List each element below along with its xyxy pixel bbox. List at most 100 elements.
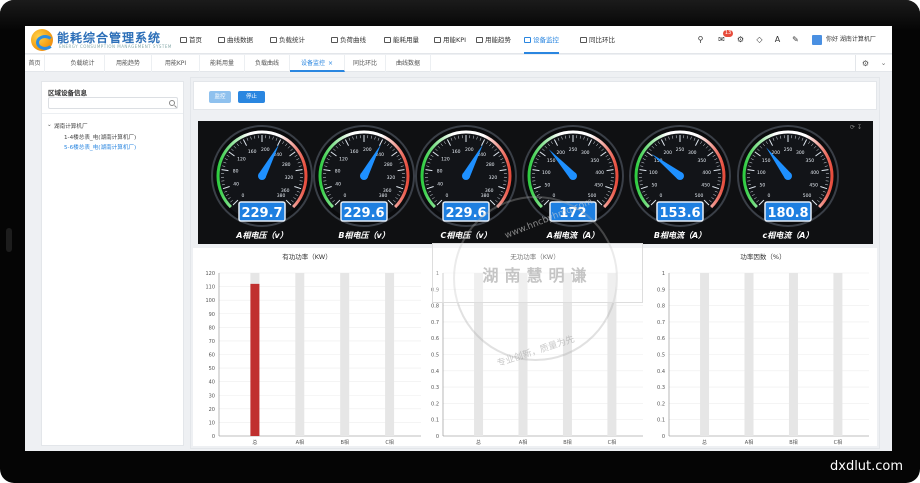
gauge-4: 050100150200250300350400450500153.6B相电流（… (629, 125, 731, 240)
nav-item-6[interactable]: 用能趋势 (476, 26, 511, 54)
tab-label: 同比环比 (352, 60, 377, 67)
bar-chart-icon (384, 37, 391, 43)
tab-5[interactable]: 负载曲线 (245, 55, 290, 72)
nav-item-2[interactable]: 负载统计 (270, 26, 305, 54)
user-name[interactable]: 你好 湖南计算机厂 (826, 26, 876, 54)
close-icon[interactable]: × (328, 60, 333, 67)
device-side-button (6, 228, 12, 252)
home-icon (180, 37, 187, 43)
nav-item-7[interactable]: 设备监控 (524, 26, 559, 54)
gauge-tick-label: 200 (465, 147, 474, 153)
tab-4[interactable]: 能耗用量 (200, 55, 245, 72)
gauge-5: 050100150200250300350400450500180.8c相电流（… (737, 125, 839, 240)
y-tick-label: 60 (209, 353, 215, 359)
gauge-tick-label: 150 (762, 158, 771, 164)
user-group-icon[interactable]: ⚙ (736, 35, 745, 44)
y-tick-label: 0.9 (657, 287, 665, 293)
search-icon[interactable]: ⚲ (696, 35, 705, 44)
gauge-tick-label: 450 (701, 182, 710, 188)
pie-chart-icon (270, 37, 277, 43)
chart-title-3: 功率因数（%） (740, 253, 786, 261)
tree-root[interactable]: 湖南计算机厂 (54, 122, 88, 130)
control-bar: 监控 停止 (193, 81, 877, 110)
gauge-tick-label: 80 (233, 168, 239, 174)
tab-label: 负载统计 (70, 60, 95, 67)
gear-icon[interactable]: ⚙ (855, 55, 875, 72)
gauge-tick-label: 120 (237, 157, 246, 163)
nav-item-4[interactable]: 能耗用量 (384, 26, 419, 54)
nav-item-label: 能耗用量 (393, 36, 419, 44)
stop-button[interactable]: 停止 (238, 91, 265, 103)
nav-item-label: 首页 (189, 36, 202, 44)
font-icon[interactable]: A (773, 35, 782, 44)
tab-3[interactable]: 用能KPI (152, 55, 200, 72)
tree-item-1[interactable]: 1-4楼总表_电(湖南计算机厂) (64, 133, 136, 141)
gauge-tick-label: 360 (485, 188, 494, 194)
gauge-needle-hub (462, 172, 470, 180)
monitor-button[interactable]: 监控 (209, 91, 231, 103)
bar (250, 283, 260, 436)
gauge-tick-label: 120 (441, 157, 450, 163)
tree-toggle-icon[interactable]: ⌄ (47, 122, 52, 128)
tab-bar: 首页 负载统计 用能趋势 用能KPI 能耗用量 负载曲线 设备监控 × 同比环比 曲线数据 ⚙ ⌄ (25, 55, 892, 72)
gauge-tick-label: 280 (384, 162, 393, 168)
tab-2[interactable]: 用能趋势 (105, 55, 152, 72)
site-url: dxdlut.com (830, 459, 904, 474)
search-icon[interactable] (169, 100, 175, 106)
x-tick-label: C相 (834, 439, 843, 446)
tab-8[interactable]: 曲线数据 (386, 55, 431, 72)
gauge-tick-label: 40 (335, 182, 341, 188)
notification-badge: 13 (723, 30, 733, 37)
y-tick-label: 0 (436, 434, 439, 440)
avatar[interactable] (812, 35, 822, 45)
chart-toolbox[interactable]: ⟳ ↧ (850, 124, 862, 131)
gauge-label: A相电压（v） (235, 230, 287, 240)
tab-1[interactable]: 负载统计 (61, 55, 105, 72)
x-tick-label: C相 (608, 439, 617, 446)
y-tick-label: 90 (209, 312, 215, 318)
diamond-icon[interactable]: ◇ (755, 35, 764, 44)
y-tick-label: 0.5 (431, 353, 439, 359)
bar-background (385, 273, 395, 436)
line-chart-icon (580, 37, 587, 43)
gauge-tick-label: 0 (659, 193, 662, 199)
tree-item-2[interactable]: 5-6楼总表_电(湖南计算机厂) (64, 143, 136, 151)
gauge-tick-label: 100 (542, 170, 551, 176)
nav-item-3[interactable]: 负荷曲线 (331, 26, 366, 54)
bar-background (295, 273, 305, 436)
gauge-tick-label: 320 (285, 175, 294, 181)
nav-item-label: 用能KPI (443, 36, 467, 44)
tab-7[interactable]: 同比环比 (345, 55, 386, 72)
gauge-tick-label: 40 (437, 182, 443, 188)
gauge-tick-label: 380 (481, 193, 490, 199)
gauge-needle-hub (258, 172, 266, 180)
search-input[interactable] (48, 97, 178, 109)
y-tick-label: 0.3 (657, 385, 665, 391)
nav-item-8[interactable]: 同比环比 (580, 26, 615, 54)
tab-0[interactable]: 首页 (25, 55, 45, 72)
y-tick-label: 0.2 (657, 401, 665, 407)
gauge-tick-label: 150 (547, 158, 556, 164)
gauge-tick-label: 0 (445, 193, 448, 199)
nav-item-label: 曲线数据 (227, 36, 253, 44)
gauge-0: 04080120160 200240280320360380229.7A相电压（v… (211, 125, 313, 240)
edit-icon[interactable]: ✎ (791, 35, 800, 44)
y-tick-label: 0.3 (431, 385, 439, 391)
y-tick-label: 110 (205, 285, 215, 291)
gauge-tick-label: 320 (489, 175, 498, 181)
nav-item-5[interactable]: 用能KPI (434, 26, 466, 54)
gauge-tick-label: 200 (261, 147, 270, 153)
gauge-value: 229.6 (343, 206, 384, 221)
nav-item-0[interactable]: 首页 (180, 26, 202, 54)
sidebar: 区域设备信息 ⌄ 湖南计算机厂 1-4楼总表_电(湖南计算机厂) 5-6楼总表_… (41, 81, 184, 446)
gauge-tick-label: 300 (796, 150, 805, 156)
nav-item-1[interactable]: 曲线数据 (218, 26, 253, 54)
gauge-label: B相电压（v） (338, 230, 389, 240)
x-tick-label: B相 (789, 439, 797, 446)
chevron-down-icon[interactable]: ⌄ (875, 55, 892, 72)
bar-background (788, 273, 798, 436)
gauge-tick-label: 450 (594, 182, 603, 188)
x-tick-label: A相 (296, 439, 304, 446)
tab-6[interactable]: 设备监控 × (290, 55, 345, 72)
gauge-tick-label: 400 (595, 170, 604, 176)
